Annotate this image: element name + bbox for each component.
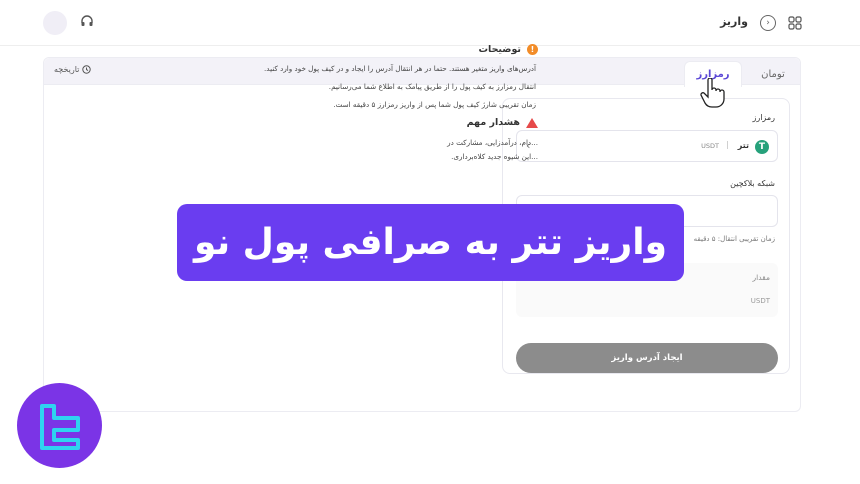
warning-icon xyxy=(526,117,538,128)
avatar[interactable] xyxy=(43,11,67,35)
info-line: انتقال رمزارز به کیف پول را از طریق پیام… xyxy=(328,82,536,91)
info-icon: ! xyxy=(527,44,538,55)
coin-label: رمزارز xyxy=(752,113,775,122)
network-label: شبکه بلاکچین xyxy=(730,179,775,188)
clock-icon xyxy=(82,65,92,74)
warning-heading: هشدار مهم xyxy=(118,117,538,128)
tether-icon: T xyxy=(755,140,769,154)
warning-title: هشدار مهم xyxy=(466,117,520,128)
tab-toman[interactable]: تومان xyxy=(750,61,796,87)
hand-cursor-icon xyxy=(700,78,725,108)
amount-label: مقدار xyxy=(752,273,770,282)
top-bar: واریز › xyxy=(0,0,860,46)
info-line: آدرس‌های واریز متغیر هستند. حتما در هر ا… xyxy=(264,64,536,73)
brand-mark-icon xyxy=(39,403,80,450)
grid-icon[interactable] xyxy=(788,16,802,30)
create-address-button[interactable]: ایجاد آدرس واریز xyxy=(516,343,778,373)
info-line: زمان تقریبی شارژ کیف پول شما پس از واریز… xyxy=(333,100,536,109)
chevron-right-icon: › xyxy=(766,18,770,28)
coin-select[interactable]: T تتر | USDT ‹ xyxy=(516,130,778,162)
headset-icon[interactable] xyxy=(80,15,94,29)
history-link[interactable]: تاریخچه xyxy=(54,65,92,74)
info-heading: ! توضیحات xyxy=(118,44,538,55)
coin-name: تتر xyxy=(737,141,749,150)
coin-symbol: USDT xyxy=(701,142,719,150)
warning-line: ...این شیوه جدید کلاه‌برداری. xyxy=(451,152,538,161)
info-title: توضیحات xyxy=(478,44,521,55)
transfer-time-note: زمان تقریبی انتقال: ۵ دقیقه xyxy=(693,235,775,243)
divider: | xyxy=(726,140,729,149)
history-label: تاریخچه xyxy=(54,65,80,74)
warning-line: ...دام، درآمدزایی، مشارکت در xyxy=(447,138,538,147)
back-button[interactable]: › xyxy=(760,15,776,31)
amount-unit: USDT xyxy=(750,297,770,305)
info-panel: ! توضیحات آدرس‌های واریز متغیر هستند. حت… xyxy=(118,44,538,164)
brand-logo xyxy=(17,383,102,468)
title-banner: واریز تتر به صرافی پول نو xyxy=(177,204,684,281)
page-title: واریز xyxy=(720,15,748,28)
